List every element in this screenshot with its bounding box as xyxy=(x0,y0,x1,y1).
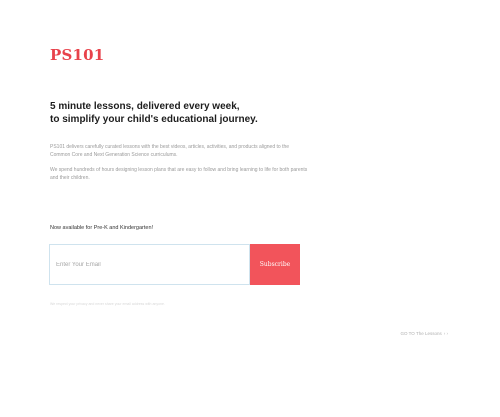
hero-headline: 5 minute lessons, delivered every week, … xyxy=(50,100,370,126)
intro-paragraph: PS101 delivers carefully curated lessons… xyxy=(50,144,290,158)
privacy-fineprint: We respect your privacy and never share … xyxy=(50,302,165,306)
headline-line-2: to simplify your child's educational jou… xyxy=(50,114,258,125)
goto-lessons-link[interactable]: GO TO The Lessons › › xyxy=(400,331,448,336)
brand-logo[interactable]: PS101 xyxy=(50,46,104,64)
availability-text: Now available for Pre-K and Kindergarten… xyxy=(50,225,154,231)
goto-lessons-label: GO TO The Lessons xyxy=(400,331,442,336)
double-chevron-right-icon: › › xyxy=(443,331,448,336)
headline-line-1: 5 minute lessons, delivered every week, xyxy=(50,101,240,112)
subscribe-button[interactable]: Subscribe xyxy=(250,244,300,285)
secondary-paragraph: We spend hundreds of hours designing les… xyxy=(50,167,308,181)
email-field[interactable] xyxy=(49,244,250,285)
